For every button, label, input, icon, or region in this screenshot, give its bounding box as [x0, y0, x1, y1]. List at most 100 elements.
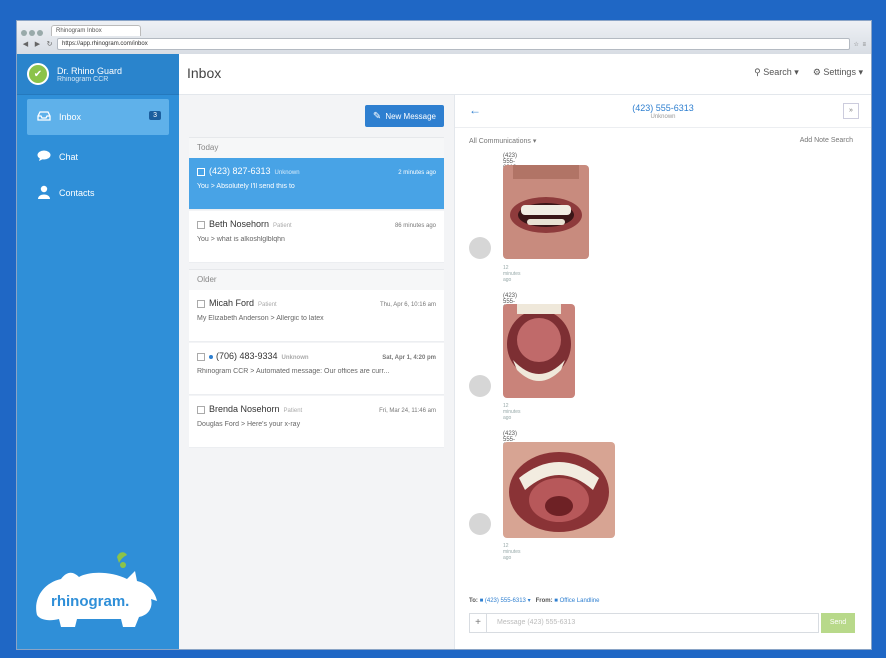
check-avatar-icon: ✔ [27, 63, 49, 85]
checkbox[interactable] [197, 405, 205, 414]
gear-icon: ⚙ [812, 67, 821, 77]
conversation-phone[interactable]: (423) 555-6313 [455, 103, 871, 113]
list-item-tag: Unknown [281, 355, 309, 361]
user-org: Rhinogram CCR [57, 75, 109, 83]
expand-icon[interactable]: » [843, 103, 859, 119]
chevron-down-icon: ▾ [532, 138, 537, 145]
chevron-down-icon: ▾ [858, 67, 863, 77]
chat-icon: ■ [479, 598, 484, 604]
maximize-window-icon[interactable] [37, 30, 43, 36]
inbox-icon [35, 110, 53, 124]
from-label: From: [535, 598, 553, 604]
forward-icon[interactable]: ▶ [33, 40, 42, 49]
search-label: Search [763, 67, 792, 77]
profile-info: Dr. Rhino Guard Rhinogram CCR [57, 66, 122, 83]
message-input[interactable]: Message (423) 555-6313 [487, 613, 819, 633]
checkbox[interactable] [197, 352, 205, 361]
list-item-name-wrap: (706) 483-9334 Unknown [197, 351, 309, 361]
checkbox[interactable] [197, 220, 205, 229]
list-item-preview: You > what is alkoshlglblqhn [197, 236, 285, 243]
conversation-panel: ← (423) 555-6313 Unknown » All Communica… [455, 95, 871, 649]
back-icon[interactable]: ◀ [21, 40, 30, 49]
list-item-row: (423) 827-6313 Unknown 2 minutes ago [197, 166, 436, 176]
search-button[interactable]: ⚲ Search ▾ [754, 67, 799, 78]
contacts-icon [35, 185, 53, 202]
user-profile[interactable]: ✔ Dr. Rhino Guard Rhinogram CCR [17, 54, 179, 95]
to-selector[interactable]: ■ (423) 555-6313 ▾ [480, 598, 531, 604]
address-row: ◀ ▶ ↻ https://app.rhinogram.com/inbox ☆ … [21, 38, 867, 50]
browser-window: Rhinogram Inbox ◀ ▶ ↻ https://app.rhinog… [16, 20, 872, 650]
user-name: Dr. Rhino Guard [57, 65, 123, 76]
browser-tab[interactable]: Rhinogram Inbox [51, 25, 141, 36]
page-title: Inbox [187, 65, 222, 81]
list-item[interactable]: (706) 483-9334 Unknown Sat, Apr 1, 4:20 p… [189, 343, 444, 395]
new-message-button[interactable]: ✎ New Message [364, 105, 444, 127]
list-item-preview: Rhinogram CCR > Automated message: Our o… [197, 368, 390, 375]
sidebar-item-contacts[interactable]: Contacts [17, 175, 179, 211]
list-item-name-wrap: Brenda Nosehorn Patient [197, 404, 302, 414]
send-button[interactable]: Send [821, 613, 855, 633]
message-composer: To: ■ (423) 555-6313 ▾ From: ■ Office La… [469, 597, 855, 641]
list-item-row: (706) 483-9334 Unknown Sat, Apr 1, 4:20 p… [197, 351, 436, 361]
message-thread: (423) 555-6313 12 minutes ago [469, 151, 855, 561]
settings-button[interactable]: ⚙ Settings ▾ [813, 67, 863, 78]
message-meta: 12 minutes ago [503, 265, 521, 283]
list-item-time: Sat, Apr 1, 4:20 pm [382, 355, 436, 361]
list-item-row: Micah Ford Patient Thu, Apr 6, 10:16 am [197, 298, 436, 308]
settings-label: Settings [823, 67, 856, 77]
list-item-name-wrap: (423) 827-6313 Unknown [197, 166, 300, 176]
unread-dot-icon [209, 354, 213, 359]
list-item-name: (706) 483-9334 [216, 351, 278, 361]
browser-tools[interactable]: ☆ ≡ [853, 41, 867, 48]
from-value: Office Landline [559, 598, 600, 604]
inbox-count-badge: 3 [149, 111, 161, 120]
message-photo[interactable] [503, 165, 589, 259]
list-item-time: Thu, Apr 6, 10:16 am [379, 302, 436, 308]
checkbox[interactable] [197, 299, 205, 308]
list-item[interactable]: Brenda Nosehorn Patient Fri, Mar 24, 11:4… [189, 396, 444, 448]
chat-icon: ■ [554, 598, 558, 604]
upper-jaw-photo-image [503, 442, 615, 538]
sender-avatar [469, 237, 491, 259]
list-item-tag: Patient [283, 408, 303, 414]
to-label: To: [469, 598, 478, 604]
search-icon: ⚲ [754, 67, 761, 77]
sidebar: ✔ Dr. Rhino Guard Rhinogram CCR Inbox 3 [17, 54, 179, 649]
reload-icon[interactable]: ↻ [45, 40, 54, 49]
checkbox[interactable] [197, 167, 205, 176]
message-meta: 12 minutes ago [503, 403, 521, 421]
rhinogram-logo: rhinogram. [36, 552, 157, 627]
list-item-name: Brenda Nosehorn [209, 404, 280, 414]
list-item[interactable]: (423) 827-6313 Unknown 2 minutes ago You … [189, 158, 444, 210]
from-selector[interactable]: ■ Office Landline [554, 598, 599, 604]
list-item-name-wrap: Micah Ford Patient [197, 298, 277, 308]
list-item-tag: Unknown [274, 170, 300, 176]
sidebar-item-label: Chat [59, 152, 79, 162]
address-bar[interactable]: https://app.rhinogram.com/inbox [57, 38, 851, 50]
list-item[interactable]: Micah Ford Patient Thu, Apr 6, 10:16 am M… [189, 290, 444, 342]
message-photo[interactable] [503, 442, 615, 538]
list-item-tag: Patient [273, 223, 292, 229]
list-item[interactable]: Beth Nosehorn Patient 86 minutes ago You … [189, 211, 444, 263]
compose-icon: ✎ [372, 110, 382, 122]
sidebar-item-inbox[interactable]: Inbox 3 [27, 99, 169, 135]
logo-text: rhinogram. [51, 593, 129, 610]
close-window-icon[interactable] [21, 30, 27, 36]
to-value: (423) 555-6313 [484, 598, 526, 604]
app: ✔ Dr. Rhino Guard Rhinogram CCR Inbox 3 [17, 54, 871, 649]
list-item-preview: Douglas Ford > Here's your x-ray [197, 421, 301, 428]
attach-plus-icon[interactable]: + [469, 613, 487, 633]
smile-photo-image [503, 165, 589, 259]
header-actions: ⚲ Search ▾ ⚙ Settings ▾ [754, 67, 863, 78]
minimize-window-icon[interactable] [29, 30, 35, 36]
list-item-name: Micah Ford [209, 298, 255, 308]
filter-label: All Communications [469, 138, 531, 145]
communications-filter[interactable]: All Communications ▾ [469, 137, 536, 145]
chevron-down-icon: ▾ [527, 598, 531, 604]
sidebar-item-label: Contacts [59, 188, 95, 198]
note-search-actions[interactable]: Add Note Search [800, 137, 853, 144]
message-photo[interactable] [503, 304, 575, 398]
sidebar-item-chat[interactable]: Chat [17, 139, 179, 175]
list-item-preview: My Elizabeth Anderson > Allergic to late… [197, 315, 324, 322]
message-list-panel: ✎ New Message Today (423) 827-6313 Unknow… [179, 95, 455, 649]
